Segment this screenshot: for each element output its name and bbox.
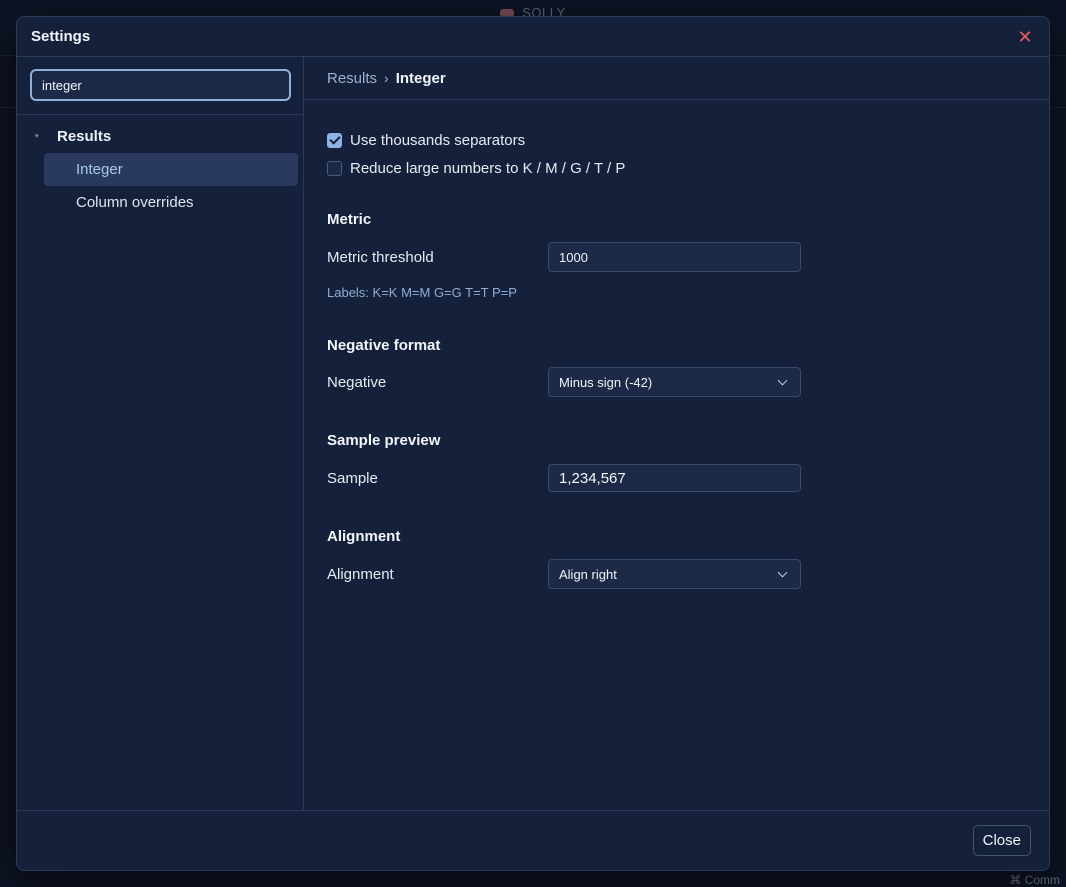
alignment-value: Align right (559, 566, 617, 582)
metric-threshold-row: Metric threshold 1000 (327, 242, 1026, 272)
breadcrumb-separator: › (384, 70, 389, 86)
negative-label: Negative (327, 373, 387, 391)
metric-threshold-label: Metric threshold (327, 248, 434, 266)
sample-row: Sample 1,234,567 (327, 463, 1026, 493)
metric-threshold-input[interactable]: 1000 (548, 242, 801, 272)
tree-item-column-overrides[interactable]: Column overrides (44, 186, 298, 219)
negative-format-value: Minus sign (-42) (559, 374, 653, 390)
metric-labels-hint: Labels: K=K M=M G=G T=T P=P (327, 285, 517, 300)
negative-row: Negative Minus sign (-42) (327, 367, 1026, 397)
search-container (17, 57, 303, 115)
section-title-metric: Metric (327, 211, 372, 228)
breadcrumb-parent-link[interactable]: Results (327, 70, 377, 87)
section-title-alignment: Alignment (327, 528, 401, 545)
reduce-large-numbers-option[interactable]: Reduce large numbers to K / M / G / T / … (327, 154, 1026, 182)
section-title-sample-preview: Sample preview (327, 432, 441, 449)
dialog-header: Settings ✕ (17, 17, 1049, 57)
breadcrumb-current: Integer (395, 69, 446, 87)
thousands-separator-label: Use thousands separators (350, 131, 526, 149)
reduce-large-numbers-checkbox[interactable] (327, 160, 342, 176)
close-icon[interactable]: ✕ (1015, 27, 1035, 47)
alignment-label: Alignment (327, 565, 394, 583)
close-button[interactable]: Close (972, 825, 1031, 856)
tree-item-label: Column overrides (76, 194, 194, 211)
sample-label: Sample (327, 469, 378, 487)
thousands-separator-checkbox[interactable] (327, 132, 342, 148)
status-text: ⌘ Comm (1009, 873, 1060, 887)
settings-tree: ▾ Results Integer Column overrides (17, 115, 303, 219)
status-bar: ⌘ Comm (1009, 873, 1066, 887)
settings-sidebar: ▾ Results Integer Column overrides (17, 57, 304, 810)
tree-group-results[interactable]: ▾ Results (17, 125, 303, 147)
alignment-row: Alignment Align right (327, 559, 1026, 589)
chevron-down-icon (777, 375, 788, 385)
tree-group-label: Results (57, 127, 112, 145)
settings-dialog: Settings ✕ ▾ Results Integer Column over… (16, 16, 1050, 871)
sample-preview-value: 1,234,567 (548, 464, 801, 492)
tree-item-label: Integer (76, 161, 123, 178)
dialog-title: Settings (31, 28, 91, 45)
chevron-down-icon (777, 567, 788, 577)
settings-search-input[interactable] (30, 69, 291, 101)
reduce-large-numbers-label: Reduce large numbers to K / M / G / T / … (350, 159, 626, 177)
alignment-select[interactable]: Align right (548, 559, 801, 589)
integer-settings-form: Use thousands separators Reduce large nu… (304, 126, 1049, 589)
dialog-footer: Close (17, 810, 1049, 870)
tree-item-integer[interactable]: Integer (44, 153, 298, 186)
caret-down-icon: ▾ (35, 133, 39, 140)
section-title-negative-format: Negative format (327, 337, 441, 354)
settings-content: Results › Integer Use thousands separato… (304, 57, 1049, 810)
thousands-separator-option[interactable]: Use thousands separators (327, 126, 1026, 154)
breadcrumb: Results › Integer (304, 57, 1049, 100)
dialog-body: ▾ Results Integer Column overrides Resul… (17, 57, 1049, 810)
negative-format-select[interactable]: Minus sign (-42) (548, 367, 801, 397)
